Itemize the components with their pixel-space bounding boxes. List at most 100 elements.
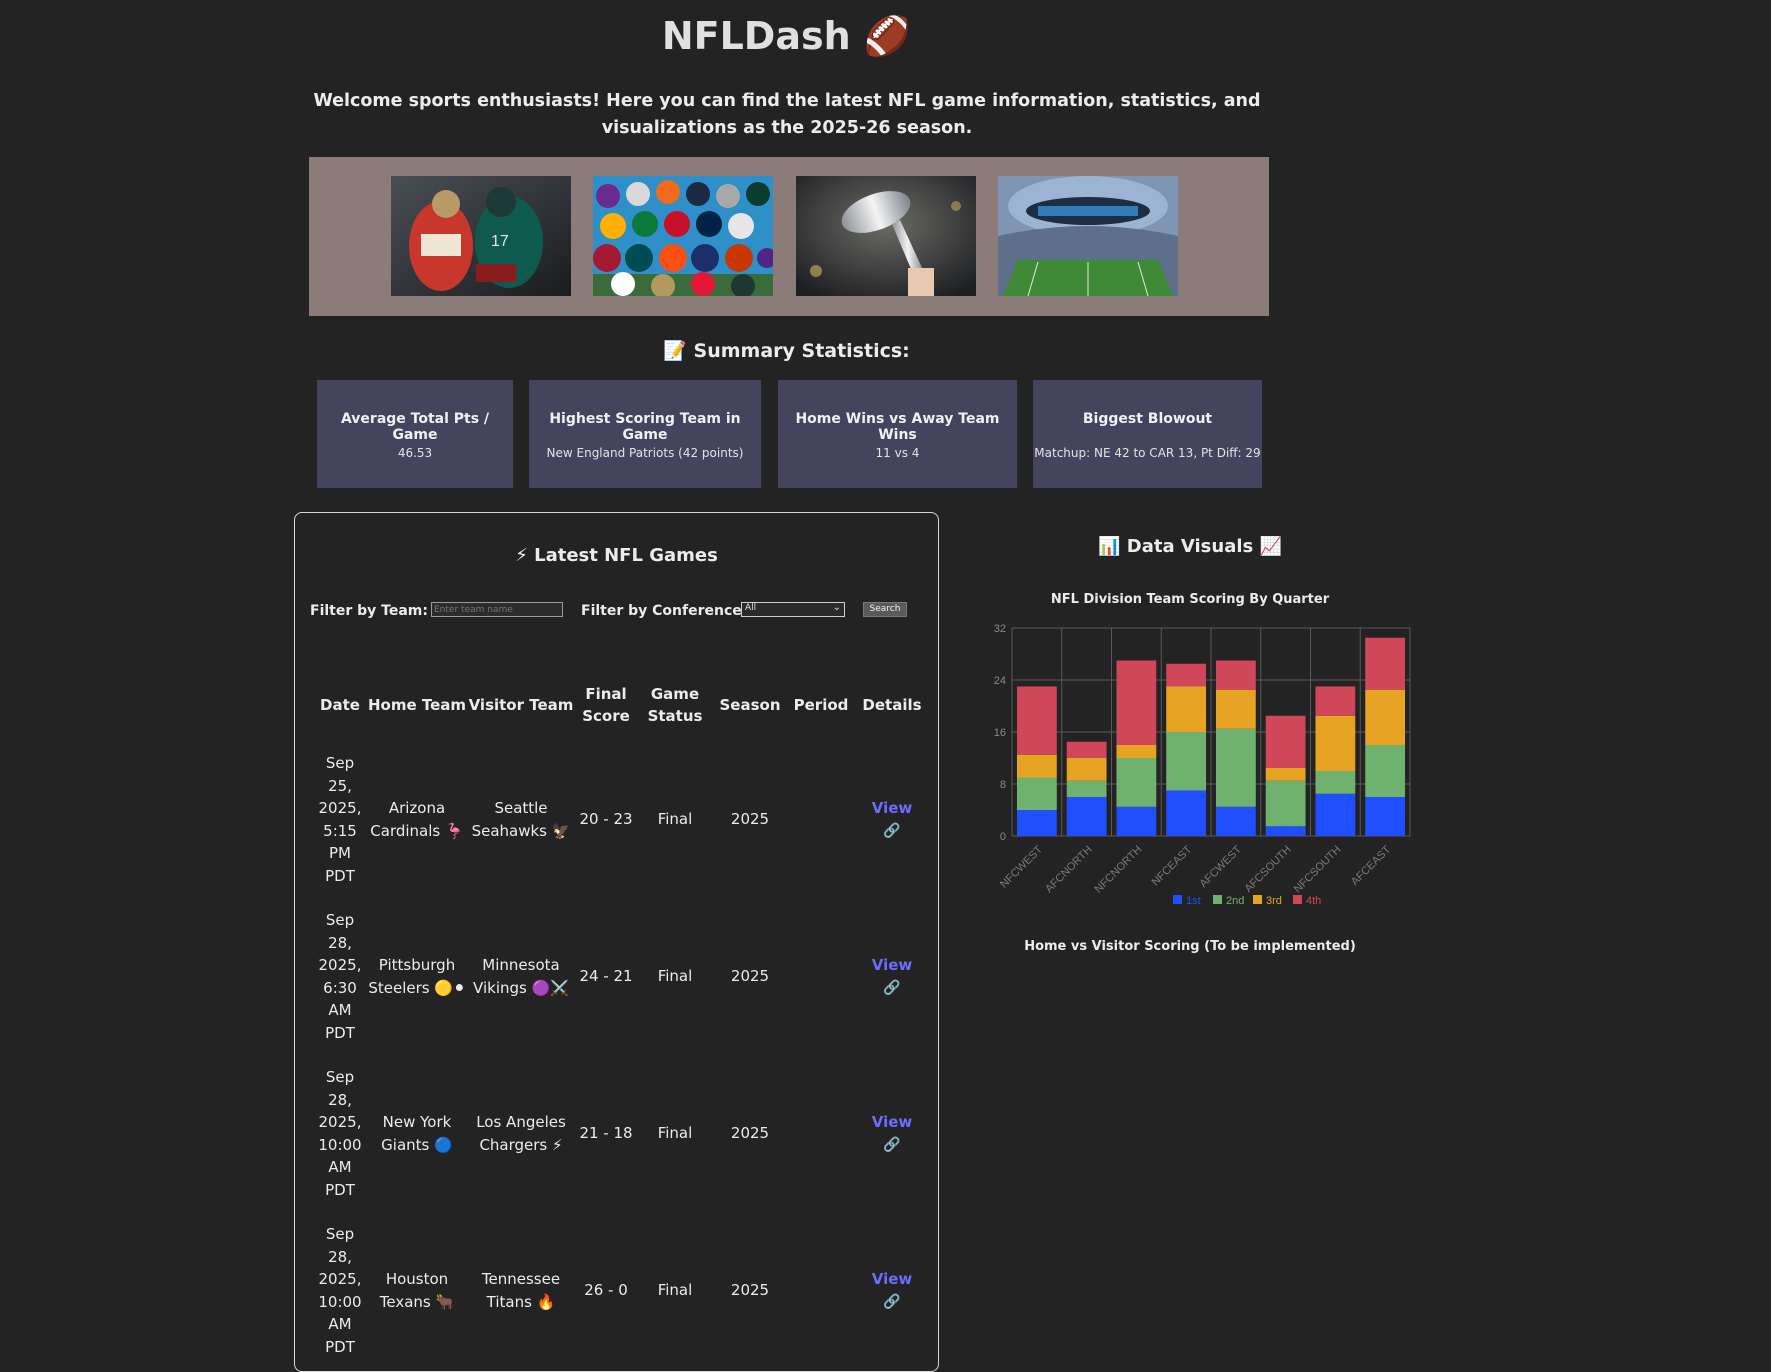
- season: 2025: [730, 967, 770, 986]
- stat-label: Average Total Pts / Game: [340, 411, 490, 443]
- bar-segment-1st: [1365, 797, 1406, 836]
- legend-swatch: [1293, 895, 1302, 904]
- bar-segment-1st: [1265, 826, 1306, 836]
- bar-segment-3rd: [1215, 689, 1256, 729]
- bar-segment-4th: [1365, 637, 1406, 690]
- table-row: Sep 28, 2025, 10:00 AM PDT Houston Texan…: [313, 1212, 929, 1369]
- view-details-link[interactable]: View: [855, 1111, 929, 1134]
- bar-segment-1st: [1066, 797, 1107, 836]
- visitor-team: Tennessee Titans 🔥: [481, 1270, 561, 1311]
- bar-segment-4th: [1315, 686, 1356, 716]
- welcome-text: Welcome sports enthusiasts! Here you can…: [313, 91, 1261, 138]
- bar-segment-1st: [1016, 810, 1057, 836]
- column-header-status: Game Status: [647, 684, 703, 726]
- x-tick-label: AFCWEST: [1197, 843, 1244, 890]
- details-cell: View 🔗: [855, 898, 929, 1055]
- view-details-link[interactable]: View: [855, 797, 929, 820]
- view-details-link[interactable]: View: [855, 1268, 929, 1291]
- games-heading: ⚡ Latest NFL Games: [515, 545, 718, 566]
- details-cell: View 🔗: [855, 741, 929, 898]
- players-tackle-photo: 17: [391, 176, 571, 296]
- stat-card-home-away-wins: Home Wins vs Away Team Wins 11 vs 4: [778, 380, 1017, 488]
- bar-segment-2nd: [1365, 745, 1406, 797]
- chart-svg: 08162432NFCWESTAFCNORTHNFCNORTH NFCEAST AF…: [994, 623, 1411, 907]
- bar-segment-3rd: [1116, 745, 1157, 758]
- home-team: Arizona Cardinals 🦩: [370, 799, 464, 840]
- table-row: Sep 28, 2025, 10:00 AM PDT New York Gian…: [313, 1055, 929, 1212]
- trophy-photo: [796, 176, 976, 296]
- table-row: Sep 25, 2025, 5:15 PM PDT Arizona Cardin…: [313, 741, 929, 898]
- x-tick-label: AFCEAST: [1349, 843, 1394, 888]
- table-row: Sep 28, 2025, 6:30 AM PDT Pittsburgh Ste…: [313, 898, 929, 1055]
- home-visitor-chart-title: Home vs Visitor Scoring (To be implement…: [1024, 939, 1356, 954]
- link-icon[interactable]: 🔗: [855, 977, 929, 1000]
- period: [787, 741, 855, 898]
- link-icon[interactable]: 🔗: [855, 1134, 929, 1157]
- bar-segment-1st: [1215, 806, 1256, 836]
- legend-label: 2nd: [1226, 895, 1244, 907]
- bar-segment-3rd: [1066, 758, 1107, 781]
- bar-segment-1st: [1116, 806, 1157, 836]
- details-cell: View 🔗: [855, 1055, 929, 1212]
- home-team: New York Giants 🔵: [381, 1113, 453, 1154]
- bar-segment-4th: [1215, 660, 1256, 690]
- y-tick-label: 24: [994, 675, 1006, 687]
- bar-segment-4th: [1116, 660, 1157, 745]
- bar-segment-4th: [1265, 715, 1306, 768]
- x-tick-label: NFCSOUTH: [1292, 844, 1344, 896]
- final-score: 20 - 23: [579, 810, 633, 829]
- table-header-row: Date Home Team Visitor Team Final Score …: [313, 669, 929, 741]
- link-icon[interactable]: 🔗: [855, 820, 929, 843]
- y-tick-label: 8: [1000, 779, 1006, 791]
- visitor-team: Minnesota Vikings 🟣⚔️: [473, 956, 569, 997]
- visitor-team: Seattle Seahawks 🦅: [471, 799, 571, 840]
- x-tick-label: AFCNORTH: [1043, 844, 1095, 896]
- summary-heading: 📝 Summary Statistics:: [663, 340, 910, 362]
- photo-gallery: 17: [309, 157, 1269, 316]
- legend-swatch: [1173, 895, 1182, 904]
- bar-segment-2nd: [1066, 780, 1107, 797]
- y-tick-label: 0: [1000, 831, 1006, 843]
- stat-value: 11 vs 4: [875, 446, 920, 460]
- game-date: Sep 25, 2025, 5:15 PM PDT: [318, 754, 362, 885]
- chevron-down-icon: ⌄: [832, 602, 841, 613]
- view-details-link[interactable]: View: [855, 954, 929, 977]
- column-header-score: Final Score: [582, 684, 630, 726]
- stat-card-avg-points: Average Total Pts / Game 46.53: [317, 380, 513, 488]
- bar-segment-2nd: [1315, 771, 1356, 794]
- game-date: Sep 28, 2025, 6:30 AM PDT: [318, 911, 362, 1042]
- legend-swatch: [1213, 895, 1222, 904]
- season: 2025: [730, 810, 770, 829]
- legend-swatch: [1253, 895, 1262, 904]
- bar-segment-2nd: [1016, 777, 1057, 810]
- visitor-team: Los Angeles Chargers ⚡: [476, 1113, 566, 1154]
- column-header-home: Home Team: [367, 695, 467, 714]
- latest-games-panel: ⚡ Latest NFL Games Filter by Team: Filte…: [294, 512, 939, 1372]
- bar-segment-3rd: [1016, 754, 1057, 778]
- bar-segment-3rd: [1166, 686, 1207, 732]
- link-icon[interactable]: 🔗: [855, 1291, 929, 1314]
- season: 2025: [730, 1281, 770, 1300]
- stat-value: Matchup: NE 42 to CAR 13, Pt Diff: 29: [1034, 446, 1261, 460]
- game-status: Final: [657, 967, 693, 986]
- team-filter-input[interactable]: [431, 602, 563, 617]
- stat-card-highest-scoring: Highest Scoring Team in Game New England…: [529, 380, 761, 488]
- stat-label: Home Wins vs Away Team Wins: [795, 411, 1000, 443]
- page-title: NFLDash 🏈: [661, 14, 912, 58]
- search-button[interactable]: Search: [863, 602, 907, 617]
- column-header-visitor: Visitor Team: [468, 695, 574, 714]
- season: 2025: [730, 1124, 770, 1143]
- column-header-period: Period: [793, 695, 849, 714]
- home-team: Pittsburgh Steelers 🟡⚫: [368, 956, 466, 997]
- stat-value: 46.53: [397, 446, 433, 460]
- bar-segment-2nd: [1166, 732, 1207, 791]
- bar-segment-2nd: [1215, 728, 1256, 807]
- players-collage-photo: [593, 176, 773, 296]
- stat-card-biggest-blowout: Biggest Blowout Matchup: NE 42 to CAR 13…: [1033, 380, 1262, 488]
- y-tick-label: 16: [994, 727, 1006, 739]
- bar-segment-1st: [1166, 790, 1207, 836]
- conference-select[interactable]: All ⌄: [741, 602, 845, 617]
- stat-label: Highest Scoring Team in Game: [549, 411, 741, 443]
- period: [787, 1212, 855, 1369]
- game-date: Sep 28, 2025, 10:00 AM PDT: [318, 1068, 362, 1199]
